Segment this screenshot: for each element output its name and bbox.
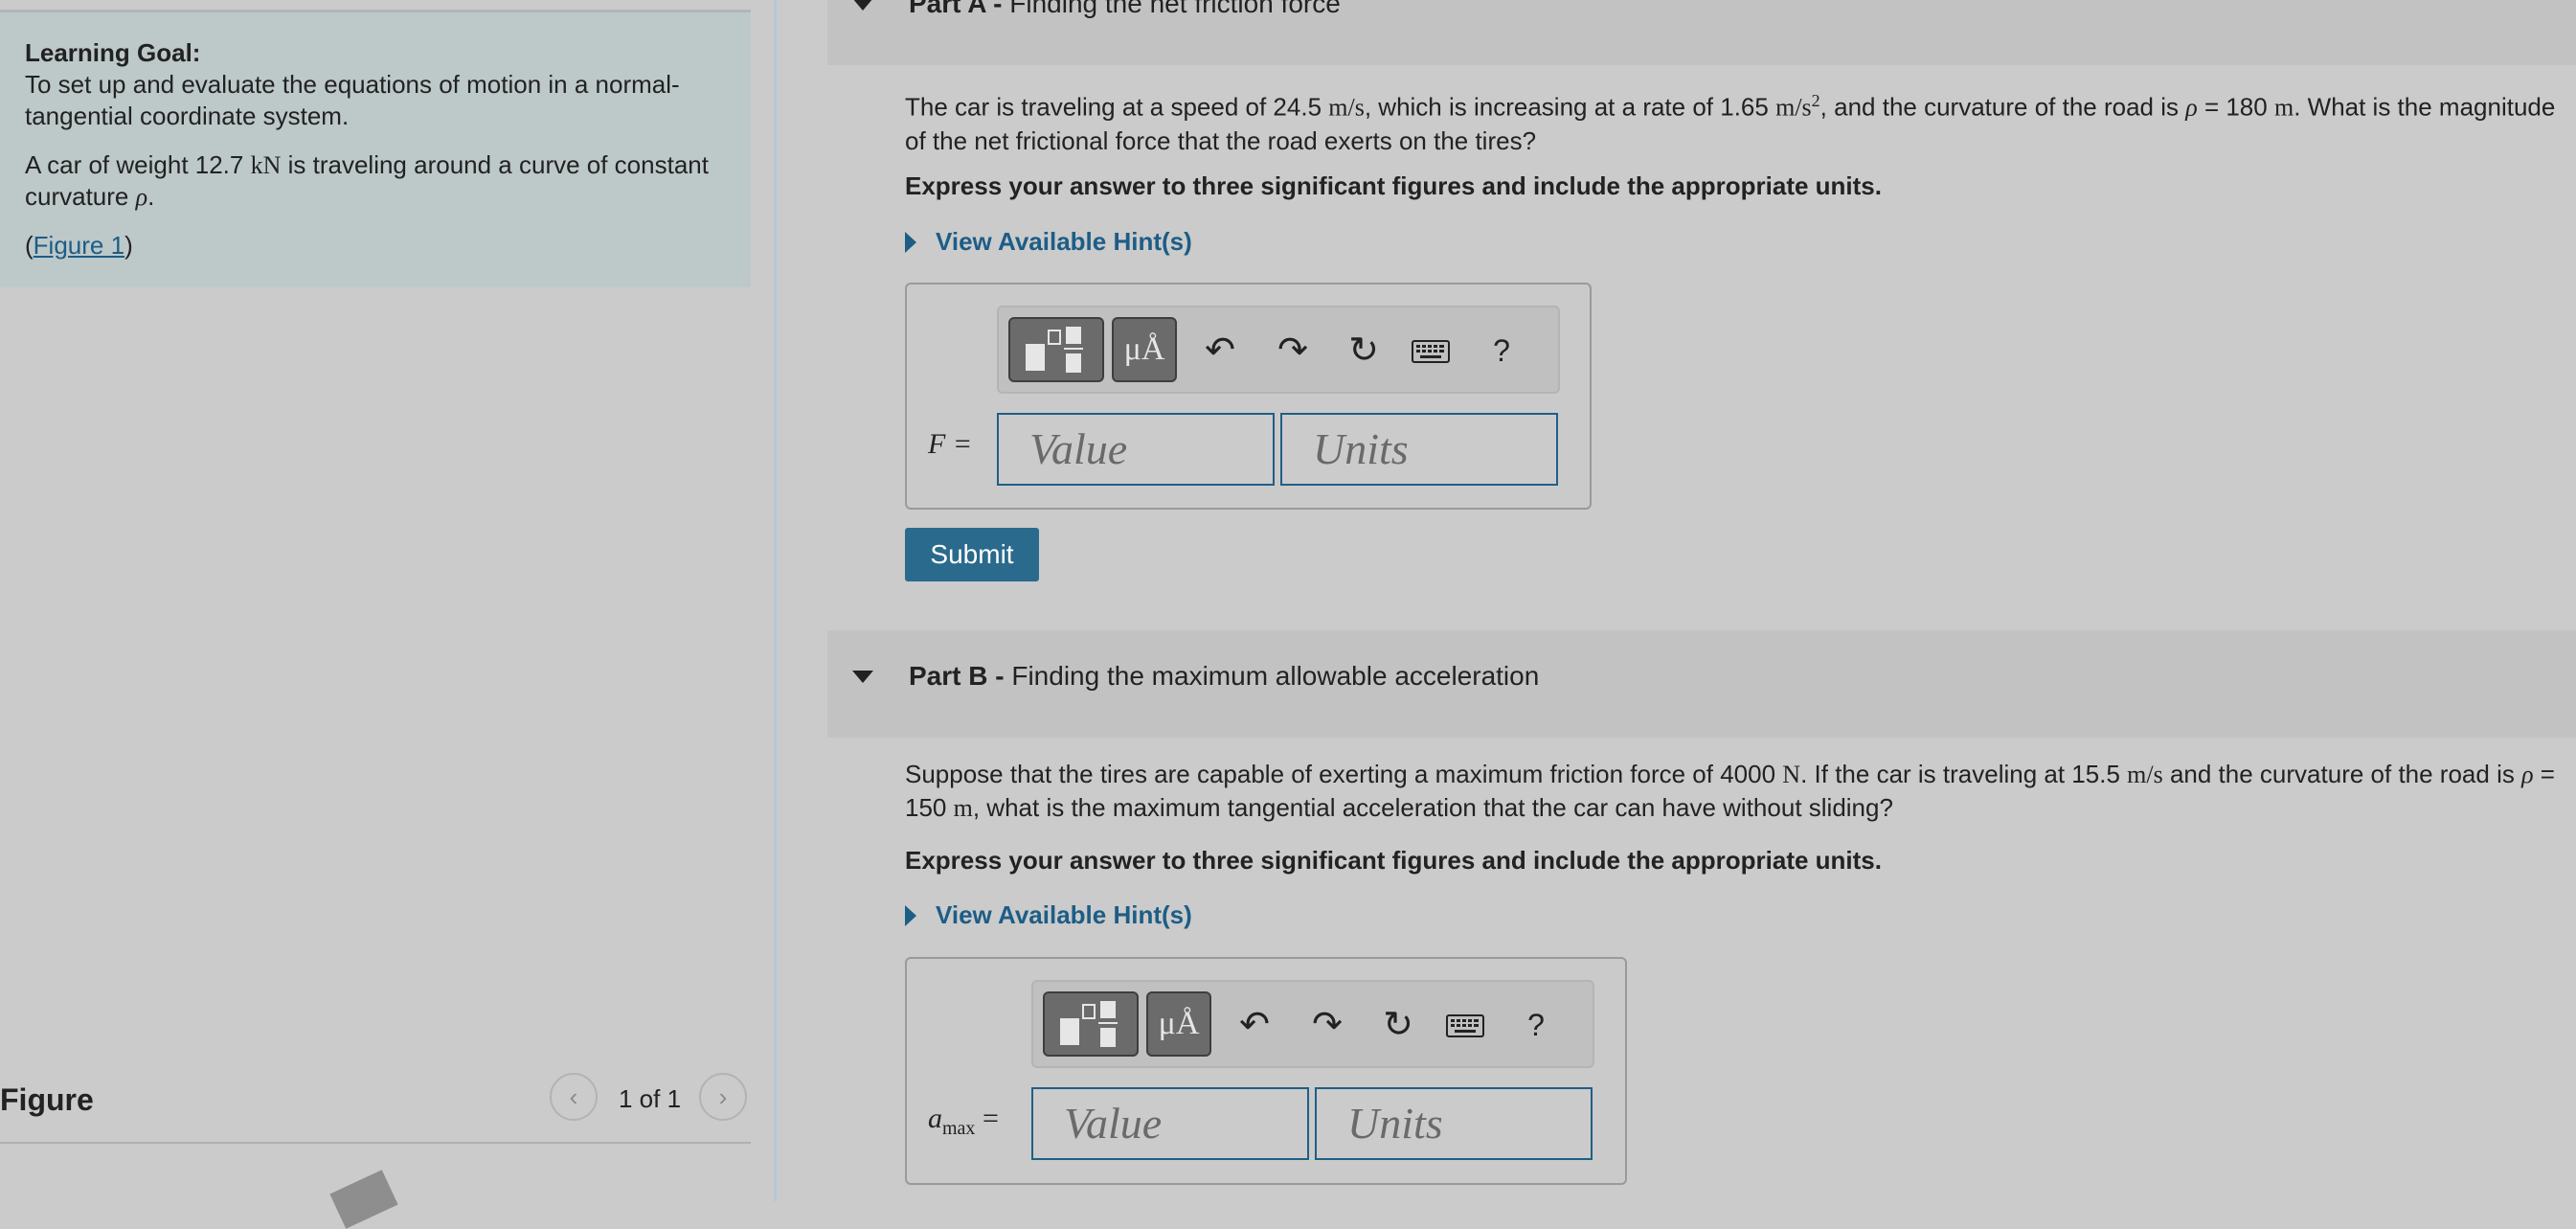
redo-icon[interactable]: ↷ <box>1271 329 1315 373</box>
part-b-instructions: Express your answer to three significant… <box>905 846 1882 875</box>
part-a-submit-button[interactable]: Submit <box>905 528 1039 581</box>
part-a-answer-box: μÅ ↶ ↷ ↻ ? F = Value Units <box>905 283 1592 510</box>
goal-text: To set up and evaluate the equations of … <box>25 70 680 130</box>
part-b-hint-toggle[interactable]: View Available Hint(s) <box>905 900 1192 930</box>
undo-icon[interactable]: ↶ <box>1232 1003 1277 1047</box>
keyboard-icon[interactable] <box>1409 329 1453 374</box>
part-b-value-input[interactable]: Value <box>1031 1087 1309 1160</box>
figure-link[interactable]: Figure 1 <box>34 231 124 260</box>
figure-link-line: (Figure 1) <box>25 231 133 260</box>
units-symbols-button[interactable]: μÅ <box>1112 317 1177 382</box>
collapse-caret-icon[interactable] <box>852 671 873 683</box>
panel-divider[interactable] <box>774 0 777 1201</box>
part-a-units-input[interactable]: Units <box>1280 413 1558 486</box>
part-a-variable-label: F = <box>928 428 973 460</box>
part-b-toolbar: μÅ ↶ ↷ ↻ ? <box>1031 980 1594 1068</box>
fraction-template-icon <box>1026 327 1083 373</box>
expand-triangle-icon <box>905 904 916 926</box>
fraction-template-icon <box>1060 1001 1118 1047</box>
prev-figure-button[interactable]: ‹ <box>550 1073 598 1121</box>
expand-triangle-icon <box>905 231 916 253</box>
part-b-question: Suppose that the tires are capable of ex… <box>905 760 2555 822</box>
keyboard-icon[interactable] <box>1443 1003 1487 1048</box>
part-a-title: Part A - Finding the net friction force <box>909 0 1341 18</box>
part-a-instructions: Express your answer to three significant… <box>905 171 1882 200</box>
figure-image <box>329 1170 398 1229</box>
part-a-value-input[interactable]: Value <box>997 413 1275 486</box>
part-b-header[interactable]: Part B - Finding the maximum allowable a… <box>827 630 2576 738</box>
next-figure-button[interactable]: › <box>699 1073 747 1121</box>
part-a-question: The car is traveling at a speed of 24.5 … <box>905 91 2556 155</box>
templates-button[interactable] <box>1043 991 1139 1057</box>
hint-label: View Available Hint(s) <box>936 227 1192 256</box>
goal-title: Learning Goal: <box>25 38 201 67</box>
part-a-header[interactable]: Part A - Finding the net friction force <box>827 0 2576 65</box>
help-button[interactable]: ? <box>1514 1003 1558 1047</box>
figure-pager-text: 1 of 1 <box>619 1084 682 1113</box>
learning-goal-box: Learning Goal: To set up and evaluate th… <box>0 10 751 287</box>
undo-icon[interactable]: ↶ <box>1198 329 1242 373</box>
part-b-title: Part B - Finding the maximum allowable a… <box>909 661 1540 691</box>
help-button[interactable]: ? <box>1480 329 1524 373</box>
left-panel: Learning Goal: To set up and evaluate th… <box>0 0 774 1229</box>
problem-intro: A car of weight 12.7 kN is traveling aro… <box>25 150 709 211</box>
part-a-toolbar: μÅ ↶ ↷ ↻ ? <box>997 306 1560 394</box>
right-panel: Part A - Finding the net friction force … <box>827 0 2576 1201</box>
reset-icon[interactable]: ↻ <box>1342 329 1386 373</box>
hint-label: View Available Hint(s) <box>936 900 1192 929</box>
reset-icon[interactable]: ↻ <box>1376 1003 1420 1047</box>
figure-header: Figure ‹ 1 of 1 › <box>0 1073 751 1144</box>
collapse-caret-icon[interactable] <box>852 0 873 11</box>
templates-button[interactable] <box>1008 317 1104 382</box>
part-b-variable-label: amax = <box>928 1103 999 1139</box>
part-a-hint-toggle[interactable]: View Available Hint(s) <box>905 227 1192 257</box>
chevron-left-icon: ‹ <box>569 1081 578 1111</box>
part-b-answer-box: μÅ ↶ ↷ ↻ ? amax = Value Units <box>905 957 1627 1185</box>
units-symbols-button[interactable]: μÅ <box>1146 991 1211 1057</box>
redo-icon[interactable]: ↷ <box>1305 1003 1349 1047</box>
part-b-units-input[interactable]: Units <box>1315 1087 1593 1160</box>
figure-title: Figure <box>0 1082 94 1117</box>
chevron-right-icon: › <box>718 1081 728 1111</box>
